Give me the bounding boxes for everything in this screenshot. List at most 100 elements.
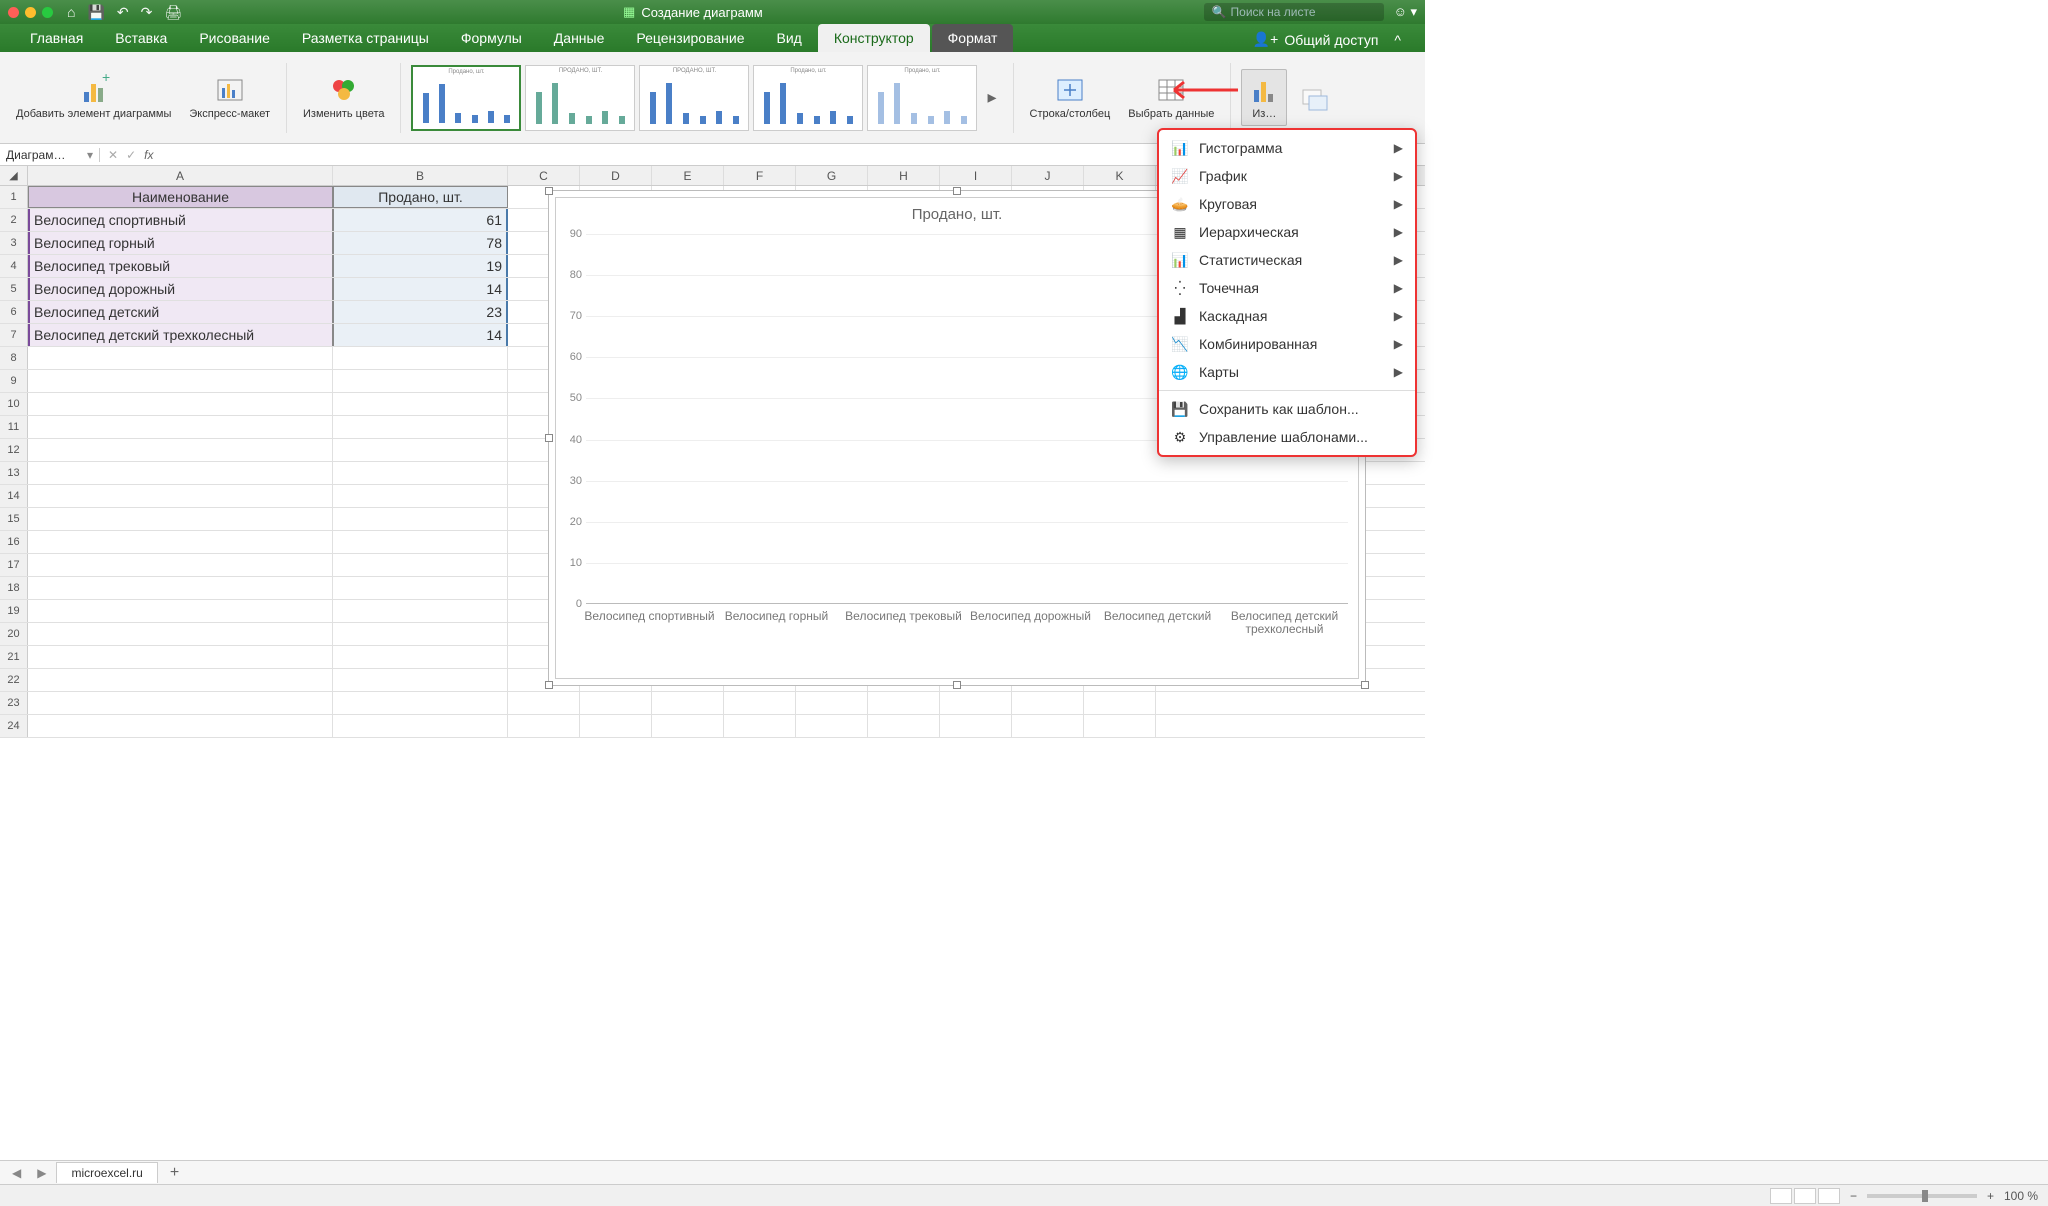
cancel-icon[interactable]: ✕	[108, 148, 118, 162]
cell[interactable]	[28, 623, 333, 645]
quick-layout-button[interactable]: Экспресс-макет	[183, 70, 276, 124]
row-header[interactable]: 14	[0, 485, 28, 507]
cell[interactable]	[333, 646, 508, 668]
zoom-in-button[interactable]: +	[1987, 1189, 1994, 1203]
home-icon[interactable]: ⌂	[67, 4, 75, 20]
cell[interactable]	[333, 600, 508, 622]
cell[interactable]	[333, 669, 508, 691]
row-header[interactable]: 3	[0, 232, 28, 254]
row-header[interactable]: 18	[0, 577, 28, 599]
tab-insert[interactable]: Вставка	[99, 24, 183, 52]
search-input[interactable]: 🔍 Поиск на листе	[1204, 3, 1384, 21]
select-all-corner[interactable]: ◢	[0, 166, 28, 185]
cell[interactable]	[28, 416, 333, 438]
cell[interactable]	[333, 393, 508, 415]
cell[interactable]	[508, 715, 580, 737]
cell[interactable]: 14	[333, 278, 508, 300]
cell[interactable]	[652, 715, 724, 737]
cell[interactable]	[28, 439, 333, 461]
row-header[interactable]: 12	[0, 439, 28, 461]
cell[interactable]	[333, 347, 508, 369]
cell[interactable]	[333, 577, 508, 599]
col-header-E[interactable]: E	[652, 166, 724, 185]
add-chart-element-button[interactable]: + Добавить элемент диаграммы	[10, 70, 177, 124]
row-header[interactable]: 1	[0, 186, 28, 208]
cell[interactable]	[1084, 715, 1156, 737]
cell[interactable]	[28, 577, 333, 599]
tab-layout[interactable]: Разметка страницы	[286, 24, 445, 52]
cell[interactable]	[868, 692, 940, 714]
redo-icon[interactable]: ↷	[141, 4, 153, 21]
row-header[interactable]: 17	[0, 554, 28, 576]
cell[interactable]	[333, 531, 508, 553]
tab-home[interactable]: Главная	[14, 24, 99, 52]
gallery-next-icon[interactable]: ▸	[981, 87, 1002, 108]
undo-icon[interactable]: ↶	[117, 4, 129, 21]
cell[interactable]	[333, 692, 508, 714]
window-controls[interactable]	[8, 7, 53, 18]
cell[interactable]	[28, 554, 333, 576]
col-header-B[interactable]: B	[333, 166, 508, 185]
col-header-F[interactable]: F	[724, 166, 796, 185]
sheet-nav-next[interactable]: ▶	[31, 1164, 52, 1182]
cell[interactable]	[580, 715, 652, 737]
tab-data[interactable]: Данные	[538, 24, 621, 52]
close-icon[interactable]	[8, 7, 19, 18]
cell[interactable]	[724, 692, 796, 714]
menu-item-statistical[interactable]: 📊Статистическая▶	[1159, 246, 1415, 274]
cell[interactable]: Велосипед детский трехколесный	[28, 324, 333, 346]
name-box[interactable]: Диаграм…▾	[0, 148, 100, 162]
cell[interactable]	[868, 715, 940, 737]
row-header[interactable]: 23	[0, 692, 28, 714]
tab-format[interactable]: Формат	[932, 24, 1014, 52]
sheet-nav-prev[interactable]: ◀	[6, 1164, 27, 1182]
col-header-A[interactable]: A	[28, 166, 333, 185]
row-header[interactable]: 4	[0, 255, 28, 277]
share-button[interactable]: 👤+ Общий доступ ^	[1243, 27, 1411, 52]
zoom-out-button[interactable]: −	[1850, 1189, 1857, 1203]
cell[interactable]: 78	[333, 232, 508, 254]
menu-item-waterfall[interactable]: ▟Каскадная▶	[1159, 302, 1415, 330]
cell[interactable]	[940, 692, 1012, 714]
minimize-icon[interactable]	[25, 7, 36, 18]
zoom-icon[interactable]	[42, 7, 53, 18]
menu-item-hierarchical[interactable]: ▦Иерархическая▶	[1159, 218, 1415, 246]
tab-draw[interactable]: Рисование	[183, 24, 286, 52]
cell[interactable]	[940, 715, 1012, 737]
row-header[interactable]: 7	[0, 324, 28, 346]
cell[interactable]: Велосипед трековый	[28, 255, 333, 277]
cell[interactable]	[333, 554, 508, 576]
move-chart-button[interactable]	[1293, 78, 1337, 118]
row-header[interactable]: 22	[0, 669, 28, 691]
row-header[interactable]: 20	[0, 623, 28, 645]
cell[interactable]	[28, 600, 333, 622]
cell[interactable]	[333, 508, 508, 530]
zoom-slider[interactable]	[1867, 1194, 1977, 1198]
menu-item-pie[interactable]: 🥧Круговая▶	[1159, 190, 1415, 218]
cell[interactable]: 19	[333, 255, 508, 277]
chart-styles-gallery[interactable]: Продано, шт. ПРОДАНО, ШТ. ПРОДАНО, ШТ. П…	[411, 65, 1002, 131]
col-header-K[interactable]: K	[1084, 166, 1156, 185]
cell[interactable]	[652, 692, 724, 714]
page-layout-view-icon[interactable]	[1794, 1188, 1816, 1204]
cell[interactable]	[333, 416, 508, 438]
cell[interactable]	[580, 692, 652, 714]
cell[interactable]	[28, 508, 333, 530]
change-colors-button[interactable]: Изменить цвета	[297, 70, 390, 124]
save-icon[interactable]: 💾	[87, 4, 104, 21]
chart-style-4[interactable]: Продано, шт.	[753, 65, 863, 131]
view-buttons[interactable]	[1770, 1188, 1840, 1204]
cell[interactable]: Велосипед горный	[28, 232, 333, 254]
row-header[interactable]: 5	[0, 278, 28, 300]
enter-icon[interactable]: ✓	[126, 148, 136, 162]
row-header[interactable]: 8	[0, 347, 28, 369]
cell[interactable]	[28, 393, 333, 415]
col-header-I[interactable]: I	[940, 166, 1012, 185]
select-data-button[interactable]: Выбрать данные	[1122, 70, 1220, 124]
col-header-G[interactable]: G	[796, 166, 868, 185]
cell[interactable]	[1012, 715, 1084, 737]
feedback-icon[interactable]: ☺ ▾	[1394, 4, 1417, 20]
col-header-C[interactable]: C	[508, 166, 580, 185]
cell[interactable]	[333, 462, 508, 484]
chart-style-5[interactable]: Продано, шт.	[867, 65, 977, 131]
